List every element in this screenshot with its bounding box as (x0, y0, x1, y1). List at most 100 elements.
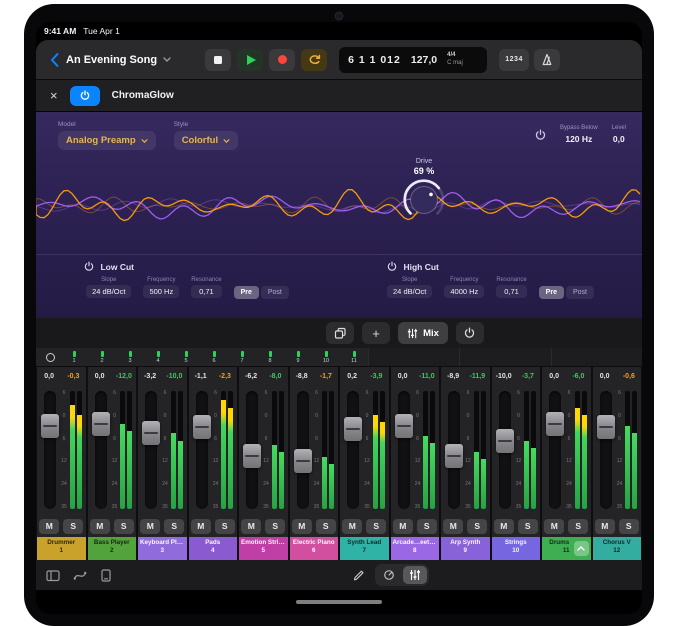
mix-view-button[interactable]: Mix (398, 322, 448, 344)
metronome-button[interactable] (534, 49, 560, 71)
bypass-power-button[interactable] (535, 129, 546, 141)
ruler-bar-cell[interactable]: 3 (116, 348, 144, 366)
close-plugin-button[interactable]: × (50, 89, 58, 102)
high-cut-power-button[interactable] (387, 261, 397, 272)
ruler-bar-cell[interactable]: 7 (228, 348, 256, 366)
play-button[interactable] (237, 49, 263, 71)
channel-volume-db[interactable]: 0,0 (37, 373, 61, 380)
ruler-bar-cell[interactable]: 9 (284, 348, 312, 366)
fader-handle[interactable] (193, 415, 211, 439)
stop-button[interactable] (205, 49, 231, 71)
ruler-bar-cell[interactable]: 11 (340, 348, 368, 366)
solo-button[interactable]: S (265, 519, 285, 534)
home-indicator[interactable] (296, 600, 382, 604)
ruler-bar-cell[interactable]: 4 (144, 348, 172, 366)
mute-button[interactable]: M (393, 519, 413, 534)
track-name-plate[interactable]: Keyboard Player3 (138, 537, 187, 560)
channel-volume-db[interactable]: 0,0 (391, 373, 415, 380)
ruler-bar-cell[interactable]: 2 (88, 348, 116, 366)
lcd-display[interactable]: 6 1 1 012 127,0 4/4 C maj (339, 47, 487, 73)
channel-volume-db[interactable]: 0,0 (542, 373, 566, 380)
track-name-plate[interactable]: Chorus V12 (593, 537, 642, 560)
fader-handle[interactable] (597, 415, 615, 439)
add-plugin-button[interactable]: + (362, 322, 390, 344)
bar-ruler[interactable]: 1234567891011 (36, 348, 642, 367)
post-button[interactable]: Post (566, 286, 594, 299)
mute-button[interactable]: M (191, 519, 211, 534)
solo-button[interactable]: S (619, 519, 639, 534)
track-name-plate[interactable]: Electric Piano6 (290, 537, 339, 560)
fader-handle[interactable] (395, 414, 413, 438)
solo-button[interactable]: S (164, 519, 184, 534)
mute-button[interactable]: M (595, 519, 615, 534)
style-selector[interactable]: Colorful (174, 131, 238, 150)
copy-button[interactable] (326, 322, 354, 344)
controls-view-button[interactable] (377, 566, 401, 584)
pre-button[interactable]: Pre (539, 286, 564, 299)
mute-button[interactable]: M (494, 519, 514, 534)
channel-volume-db[interactable]: -10,0 (492, 373, 516, 380)
song-menu-button[interactable] (163, 57, 171, 62)
solo-button[interactable]: S (114, 519, 134, 534)
track-name-plate[interactable]: Drummer1 (37, 537, 86, 560)
collapse-stack-button[interactable] (574, 541, 589, 556)
solo-button[interactable]: S (63, 519, 83, 534)
low-cut-power-button[interactable] (84, 261, 94, 272)
mute-button[interactable]: M (342, 519, 362, 534)
edit-button[interactable] (352, 569, 365, 582)
channel-volume-db[interactable]: -3,2 (138, 373, 162, 380)
fader-handle[interactable] (496, 429, 514, 453)
solo-button[interactable]: S (366, 519, 386, 534)
pre-button[interactable]: Pre (234, 286, 259, 299)
ruler-bar-cell[interactable]: 6 (200, 348, 228, 366)
solo-button[interactable]: S (316, 519, 336, 534)
mute-button[interactable]: M (544, 519, 564, 534)
ruler-bar-cell[interactable]: 5 (172, 348, 200, 366)
high-cut-resonance[interactable]: Resonance 0,71 (496, 277, 526, 298)
record-button[interactable] (269, 49, 295, 71)
channel-volume-db[interactable]: -1,1 (189, 373, 213, 380)
high-cut-slope[interactable]: Slope 24 dB/Oct (387, 277, 432, 298)
mute-button[interactable]: M (241, 519, 261, 534)
fader-handle[interactable] (294, 449, 312, 473)
fader-handle[interactable] (243, 444, 261, 468)
fader-handle[interactable] (546, 412, 564, 436)
track-name-plate[interactable]: Pads4 (189, 537, 238, 560)
solo-button[interactable]: S (215, 519, 235, 534)
solo-button[interactable]: S (467, 519, 487, 534)
fader-handle[interactable] (344, 417, 362, 441)
fader-handle[interactable] (142, 421, 160, 445)
mute-button[interactable]: M (140, 519, 160, 534)
mixer-view-button[interactable] (403, 566, 427, 584)
channel-volume-db[interactable]: 0,2 (340, 373, 364, 380)
channel-volume-db[interactable]: -8,9 (441, 373, 465, 380)
count-in-button[interactable]: 1234 (499, 49, 529, 71)
back-button[interactable] (46, 49, 62, 71)
mute-button[interactable]: M (443, 519, 463, 534)
song-title[interactable]: An Evening Song (66, 54, 157, 66)
solo-button[interactable]: S (568, 519, 588, 534)
track-name-plate[interactable]: Arp Synth9 (441, 537, 490, 560)
channel-volume-db[interactable]: 0,0 (593, 373, 617, 380)
mute-button[interactable]: M (292, 519, 312, 534)
track-name-plate[interactable]: Emotion Strings5 (239, 537, 288, 560)
bypass-below-control[interactable]: Bypass Below 120 Hz (560, 125, 598, 144)
channel-volume-db[interactable]: 0,0 (88, 373, 112, 380)
fader-handle[interactable] (445, 444, 463, 468)
routing-button[interactable] (73, 569, 87, 582)
level-control[interactable]: Level 0,0 (612, 125, 626, 144)
track-name-plate[interactable]: Strings10 (492, 537, 541, 560)
track-name-plate[interactable]: Synth Lead7 (340, 537, 389, 560)
device-button[interactable] (100, 569, 112, 582)
ruler-bar-cell[interactable]: 1 (60, 348, 88, 366)
browser-button[interactable] (46, 569, 60, 582)
high-cut-frequency[interactable]: Frequency 4000 Hz (444, 277, 484, 298)
channel-volume-db[interactable]: -8,8 (290, 373, 314, 380)
track-name-plate[interactable]: Drums11 (542, 537, 591, 560)
ruler-bar-cell[interactable]: 10 (312, 348, 340, 366)
channel-volume-db[interactable]: -6,2 (239, 373, 263, 380)
low-cut-slope[interactable]: Slope 24 dB/Oct (86, 277, 131, 298)
model-selector[interactable]: Analog Preamp (58, 131, 156, 150)
solo-button[interactable]: S (518, 519, 538, 534)
post-button[interactable]: Post (261, 286, 289, 299)
